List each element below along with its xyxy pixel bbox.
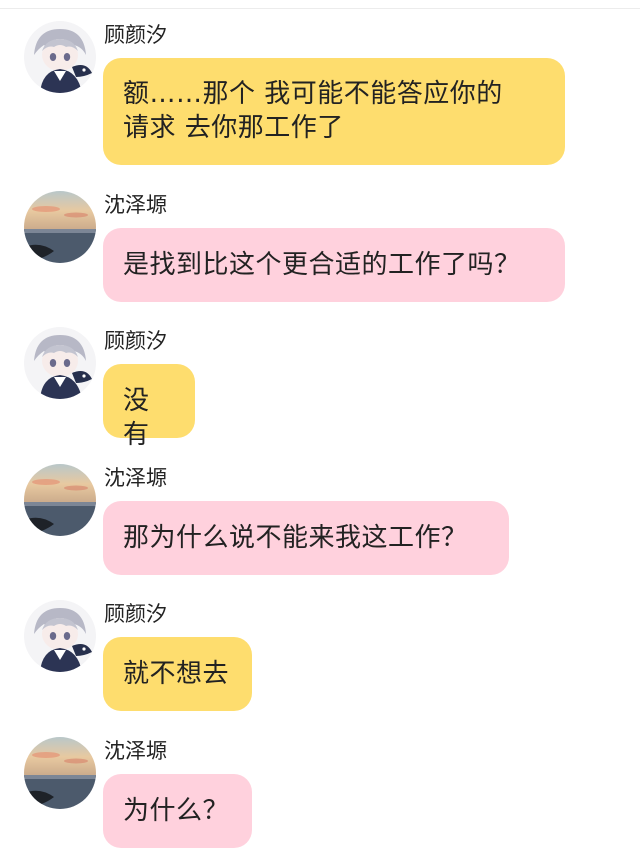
- message-bubble[interactable]: 为什么？: [103, 774, 252, 848]
- anime-boy-avatar-icon[interactable]: [24, 600, 96, 672]
- sender-name: 顾颜汐: [104, 23, 167, 47]
- sender-name: 顾颜汐: [104, 602, 167, 626]
- message-bubble[interactable]: 没有: [103, 364, 195, 450]
- message-bubble[interactable]: 那为什么说不能来我这工作？: [103, 501, 509, 575]
- sender-name: 沈泽塬: [104, 466, 167, 490]
- sender-name: 沈泽塬: [104, 739, 167, 763]
- message-bubble[interactable]: 额……那个 我可能不能答应你的 请求 去你那工作了: [103, 58, 565, 165]
- anime-boy-avatar-icon[interactable]: [24, 327, 96, 399]
- sender-name: 顾颜汐: [104, 329, 167, 353]
- top-divider: [0, 0, 640, 9]
- sender-name: 沈泽塬: [104, 193, 167, 217]
- sunset-sea-avatar-icon[interactable]: [24, 737, 96, 809]
- message-bubble[interactable]: 是找到比这个更合适的工作了吗？: [103, 228, 565, 302]
- sunset-sea-avatar-icon[interactable]: [24, 191, 96, 263]
- sunset-sea-avatar-icon[interactable]: [24, 464, 96, 536]
- message-bubble[interactable]: 就不想去: [103, 637, 252, 711]
- anime-boy-avatar-icon[interactable]: [24, 21, 96, 93]
